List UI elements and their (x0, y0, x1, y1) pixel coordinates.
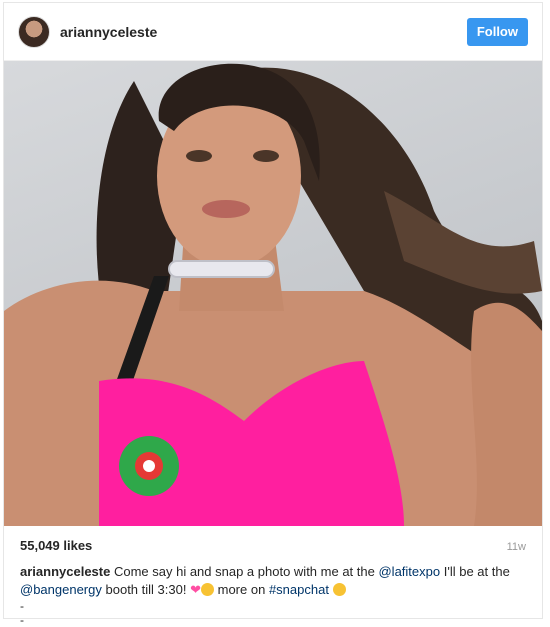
post-footer: 55,049 likes 11w ariannyceleste Come say… (4, 526, 542, 627)
avatar[interactable] (18, 15, 50, 48)
mention-bangenergy[interactable]: @bangenergy (20, 582, 102, 597)
wink-emoji-icon (200, 583, 214, 596)
caption-username[interactable]: ariannyceleste (20, 564, 110, 579)
caption-text-2: I'll be at the (443, 564, 510, 579)
instagram-post-card: ariannyceleste Follow 55,049 likes 11w a… (3, 2, 543, 627)
caption-text-1: Come say hi and snap a photo with me at … (113, 564, 375, 579)
heart-icon: ❤ (190, 582, 201, 597)
hashtag-snapchat[interactable]: #snapchat (269, 582, 329, 597)
post-photo[interactable] (4, 61, 542, 526)
caption-text-3: booth till 3:30! (105, 582, 187, 597)
post-caption: ariannyceleste Come say hi and snap a ph… (20, 563, 526, 599)
likes-count[interactable]: 55,049 likes (20, 538, 92, 553)
extra-line-1: - (20, 599, 24, 613)
mention-lafitexpo[interactable]: @lafitexpo (378, 564, 440, 579)
photo-illustration (4, 63, 542, 526)
post-username[interactable]: ariannyceleste (60, 24, 467, 40)
follow-button[interactable]: Follow (466, 17, 528, 46)
kiss-emoji-icon (332, 583, 346, 596)
post-header: ariannyceleste Follow (4, 3, 542, 61)
extra-line-2: - (20, 613, 24, 627)
time-ago[interactable]: 11w (507, 541, 526, 553)
caption-text-4: more on (217, 582, 266, 597)
